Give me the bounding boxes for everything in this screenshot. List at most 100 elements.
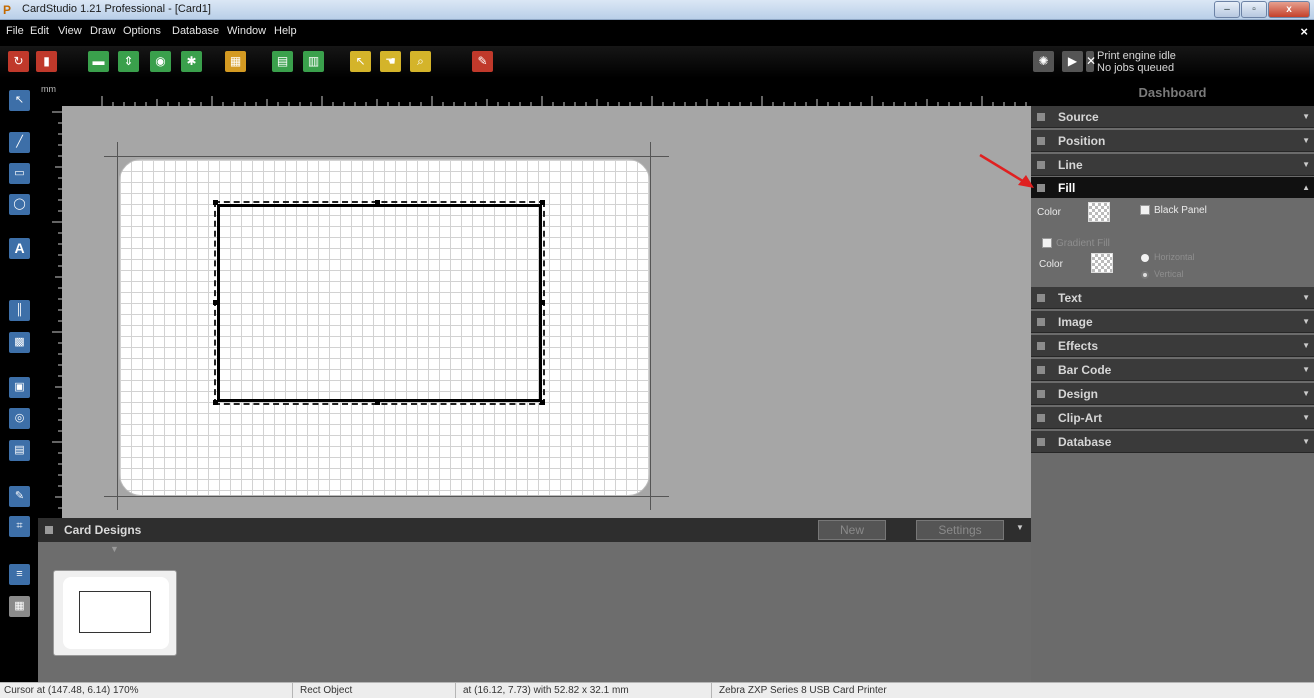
annotation-arrow-icon (979, 153, 1034, 188)
open-card-icon[interactable]: ▮ (36, 51, 57, 72)
print-engine-line1: Print engine idle (1097, 50, 1176, 62)
horizontal-ruler: mm (38, 78, 1031, 106)
section-label: Position (1058, 134, 1106, 148)
section-label: Effects (1058, 339, 1099, 353)
help-book-icon[interactable]: ✎ (472, 51, 493, 72)
new-card-icon[interactable]: ↻ (8, 51, 29, 72)
crop-mark-top (104, 156, 669, 157)
chevron-down-icon: ▼ (1302, 413, 1310, 422)
vertical-ruler (38, 106, 62, 518)
card-designs-area: ▼ (38, 542, 1031, 682)
chevron-down-icon: ▼ (1302, 160, 1310, 169)
window-controls: – ▫ x (1214, 1, 1310, 18)
black-panel-checkbox[interactable] (1140, 205, 1150, 215)
clipart-tool-icon[interactable]: ▤ (9, 440, 30, 461)
section-source[interactable]: Source ▼ (1031, 106, 1314, 128)
section-icon (1037, 414, 1045, 422)
print-start-icon[interactable]: ▶ (1062, 51, 1083, 72)
section-clipart[interactable]: Clip-Art ▼ (1031, 407, 1314, 429)
resize-handle-s[interactable] (375, 400, 380, 405)
print-preview-icon[interactable]: ▤ (272, 51, 293, 72)
rectangle-tool-icon[interactable]: ▭ (9, 163, 30, 184)
section-position[interactable]: Position ▼ (1031, 130, 1314, 152)
dashboard-title: Dashboard (1031, 78, 1314, 106)
horizontal-radio[interactable] (1141, 254, 1149, 262)
section-text[interactable]: Text ▼ (1031, 287, 1314, 309)
menu-options[interactable]: Options (123, 25, 161, 37)
section-icon (1037, 366, 1045, 374)
pointer-tool-icon[interactable]: ↖ (9, 90, 30, 111)
card-designs-dropdown-icon[interactable]: ▼ (1016, 523, 1024, 532)
section-image[interactable]: Image ▼ (1031, 311, 1314, 333)
line-tool-icon[interactable]: ╱ (9, 132, 30, 153)
layers-tool-icon[interactable]: ▦ (9, 596, 30, 617)
pan-tool-icon[interactable]: ☚ (380, 51, 401, 72)
design-canvas[interactable] (62, 106, 1031, 518)
menu-file[interactable]: File (6, 25, 24, 37)
resize-handle-w[interactable] (213, 300, 218, 305)
selected-rectangle-object[interactable] (214, 201, 545, 405)
status-bar: Cursor at (147.48, 6.14) 170% Rect Objec… (0, 682, 1314, 698)
title-bar: P CardStudio 1.21 Professional - [Card1]… (0, 0, 1314, 20)
photo-tool-icon[interactable]: ◎ (9, 408, 30, 429)
menu-database[interactable]: Database (172, 25, 219, 37)
section-label: Image (1058, 315, 1093, 329)
2d-barcode-tool-icon[interactable]: ▩ (9, 332, 30, 353)
gradient-fill-checkbox[interactable] (1042, 238, 1052, 248)
minimize-button[interactable]: – (1214, 1, 1240, 18)
settings-button[interactable]: Settings (916, 520, 1004, 540)
text-tool-icon[interactable]: A (9, 238, 30, 259)
ruler-ticks (101, 96, 1027, 106)
gradient-color-label: Color (1039, 259, 1063, 270)
card-layout-icon[interactable]: ▬ (88, 51, 109, 72)
chevron-down-icon: ▼ (1302, 437, 1310, 446)
section-barcode[interactable]: Bar Code ▼ (1031, 359, 1314, 381)
menu-window[interactable]: Window (227, 25, 266, 37)
resize-handle-n[interactable] (375, 200, 380, 205)
thumbnail-card (63, 577, 169, 649)
printer-icon[interactable]: ▥ (303, 51, 324, 72)
ellipse-tool-icon[interactable]: ◯ (9, 194, 30, 215)
chevron-down-icon: ▼ (1302, 136, 1310, 145)
section-icon (1037, 294, 1045, 302)
settings-gear-icon[interactable]: ✺ (1033, 51, 1054, 72)
menu-bar: File Edit View Draw Options Database Win… (0, 20, 1314, 46)
menu-view[interactable]: View (58, 25, 82, 37)
chevron-down-icon: ▼ (1302, 293, 1310, 302)
database-field-tool-icon[interactable]: ⌗ (9, 516, 30, 537)
smart-card-icon[interactable]: ◉ (150, 51, 171, 72)
signature-tool-icon[interactable]: ✎ (9, 486, 30, 507)
menu-draw[interactable]: Draw (90, 25, 116, 37)
menu-edit[interactable]: Edit (30, 25, 49, 37)
section-line[interactable]: Line ▼ (1031, 154, 1314, 176)
collapse-arrow-icon[interactable]: ▼ (110, 544, 119, 554)
gradient-color-swatch[interactable] (1091, 253, 1113, 273)
close-button[interactable]: x (1268, 1, 1310, 18)
crop-mark-right (650, 142, 651, 510)
zoom-tool-icon[interactable]: ⌕ (410, 51, 431, 72)
maximize-button[interactable]: ▫ (1241, 1, 1267, 18)
resize-handle-nw[interactable] (213, 200, 218, 205)
image-tool-icon[interactable]: ▣ (9, 377, 30, 398)
resize-handle-sw[interactable] (213, 400, 218, 405)
section-effects[interactable]: Effects ▼ (1031, 335, 1314, 357)
section-design[interactable]: Design ▼ (1031, 383, 1314, 405)
vertical-radio[interactable] (1141, 271, 1149, 279)
barcode-tool-icon[interactable]: ║ (9, 300, 30, 321)
new-design-button[interactable]: New (818, 520, 886, 540)
resize-handle-e[interactable] (540, 300, 545, 305)
section-database[interactable]: Database ▼ (1031, 431, 1314, 453)
resize-handle-ne[interactable] (540, 200, 545, 205)
document-close-icon[interactable]: × (1300, 24, 1308, 39)
list-tool-icon[interactable]: ≡ (9, 564, 30, 585)
fill-color-swatch[interactable] (1088, 202, 1110, 222)
resize-handle-se[interactable] (540, 400, 545, 405)
card-design-thumbnail[interactable] (53, 570, 177, 656)
menu-help[interactable]: Help (274, 25, 297, 37)
select-tool-icon[interactable]: ↖ (350, 51, 371, 72)
encode-icon[interactable]: ✱ (181, 51, 202, 72)
print-cancel-icon[interactable]: ✕ (1086, 51, 1096, 72)
grid-icon[interactable]: ▦ (225, 51, 246, 72)
section-fill[interactable]: Fill ▲ (1031, 177, 1314, 199)
magnetic-stripe-icon[interactable]: ⇕ (118, 51, 139, 72)
